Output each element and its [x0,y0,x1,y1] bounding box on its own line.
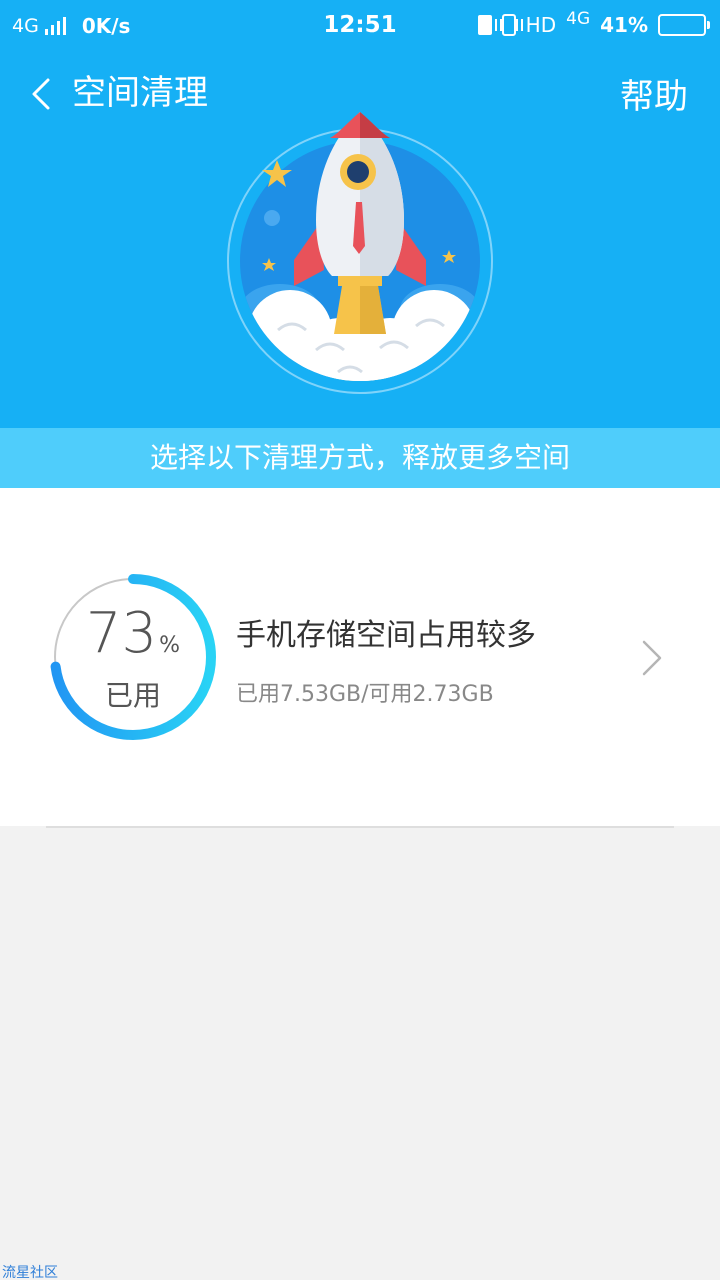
chevron-left-icon[interactable] [24,74,64,114]
usage-label: 已用 [104,679,161,712]
storage-item[interactable]: 73% 已用 手机存储空间占用较多 已用7.53GB/可用2.73GB [0,488,720,826]
usage-percent-value: 73 [85,601,158,666]
help-button[interactable]: 帮助 [620,72,688,122]
page-title: 空间清理 [72,73,208,113]
storage-item-title: 手机存储空间占用较多 [236,618,536,653]
battery-icon [658,14,710,36]
status-right: HD 4G 41% [477,8,710,40]
network-type-secondary: 4G [566,8,591,29]
usage-percent: 73% [48,604,218,664]
status-bar: 4G 0K/s 12:51 HD 4G 41% [0,0,720,52]
rocket-icon [227,112,493,394]
charging-icon [477,15,492,35]
divider [46,826,674,828]
watermark: 流星社区 [2,1265,58,1280]
vibrate-icon [494,14,523,36]
storage-item-subtitle: 已用7.53GB/可用2.73GB [236,682,494,707]
battery-percent: 41% [600,13,648,37]
header: 空间清理 帮助 [0,52,720,428]
chevron-right-icon[interactable] [638,638,668,678]
instruction-banner: 选择以下清理方式，释放更多空间 [0,428,720,488]
hd-indicator: HD [525,13,557,37]
usage-percent-unit: % [159,633,181,658]
